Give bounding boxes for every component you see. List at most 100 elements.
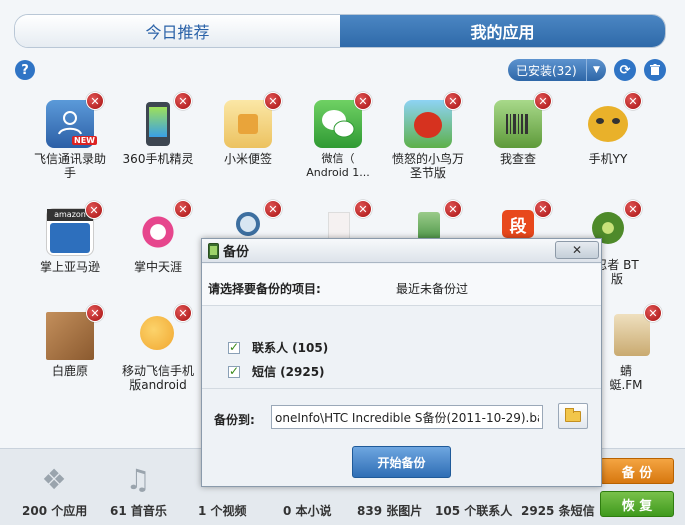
stat-novels[interactable]: 0 本小说 bbox=[283, 502, 332, 519]
mi-notes-app-icon: ✕ bbox=[224, 92, 282, 148]
delete-app-button[interactable]: ✕ bbox=[86, 304, 104, 322]
dialog-header: 请选择要备份的项目: 最近未备份过 bbox=[202, 264, 601, 306]
browse-folder-button[interactable] bbox=[558, 403, 588, 429]
mobile-fetion-app-icon: ✕ bbox=[134, 304, 192, 360]
app-item[interactable]: amazon ✕ 掌上亚马逊 bbox=[30, 201, 110, 274]
eye-icon bbox=[596, 118, 604, 124]
radio-icon bbox=[614, 314, 650, 356]
delete-app-button[interactable]: ✕ bbox=[86, 92, 104, 110]
app-name: 360手机精灵 bbox=[122, 152, 194, 166]
dialog-title-bar: 备份 bbox=[202, 239, 601, 263]
wochacha-app-icon: ✕ bbox=[494, 92, 552, 148]
backup-path-input[interactable] bbox=[271, 405, 543, 429]
yy-app-icon: ✕ bbox=[584, 92, 642, 148]
stat-videos[interactable]: 1 个视频 bbox=[198, 502, 247, 519]
app-name: 飞信通讯录助 手 bbox=[33, 152, 106, 180]
phone-screen bbox=[149, 107, 167, 137]
amazon-app-icon: amazon ✕ bbox=[46, 201, 103, 256]
dialog-title: 备份 bbox=[223, 245, 250, 260]
red-bird-icon bbox=[414, 112, 442, 138]
installed-filter-label: 已安装(32) bbox=[516, 63, 577, 78]
tab-bar: 今日推荐 我的应用 bbox=[14, 14, 666, 48]
recycle-bin-icon bbox=[418, 212, 440, 240]
delete-app-button[interactable]: ✕ bbox=[624, 200, 642, 218]
app-name: 我查查 bbox=[499, 152, 536, 166]
stat-apps[interactable]: 200 个应用 bbox=[22, 502, 87, 519]
app-item[interactable]: ✕ 愤怒的小鸟万 圣节版 bbox=[388, 92, 468, 180]
delete-app-button[interactable]: ✕ bbox=[174, 304, 192, 322]
tab-my-apps[interactable]: 我的应用 bbox=[340, 15, 665, 47]
folder-icon bbox=[565, 407, 581, 422]
dialog-divider bbox=[202, 388, 601, 389]
chevron-down-icon: ▼ bbox=[586, 59, 606, 81]
app-item[interactable]: ✕ 小米便签 bbox=[208, 92, 288, 166]
phone-genie-app-icon: ✕ bbox=[134, 92, 192, 148]
backup-button[interactable]: 备 份 bbox=[600, 458, 674, 484]
delete-app-button[interactable]: ✕ bbox=[444, 92, 462, 110]
app-item[interactable]: ✕ 360手机精灵 bbox=[118, 92, 198, 166]
contacts-checkbox-row[interactable]: 联系人 (105) bbox=[228, 339, 328, 356]
contacts-checkbox[interactable] bbox=[228, 340, 240, 354]
select-items-label: 请选择要备份的项目: bbox=[208, 282, 321, 296]
bailuyuan-app-icon: ✕ bbox=[46, 304, 104, 360]
app-item[interactable]: ✕ 微信（ Android 1... bbox=[298, 92, 378, 180]
document-icon bbox=[328, 212, 350, 240]
note-icon bbox=[238, 114, 258, 134]
fetion-contacts-app-icon: NEW ✕ bbox=[46, 92, 104, 148]
magnifier-icon bbox=[236, 212, 260, 236]
app-item[interactable]: ✕ 掌中天涯 bbox=[118, 200, 198, 274]
restore-button[interactable]: 恢 复 bbox=[600, 491, 674, 517]
refresh-icon[interactable]: ⟳ bbox=[614, 59, 636, 81]
backup-dialog: 备份 ✕ 请选择要备份的项目: 最近未备份过 联系人 (105) 短信 (292… bbox=[201, 238, 602, 487]
dialog-close-button[interactable]: ✕ bbox=[555, 241, 599, 259]
app-name: 白鹿原 bbox=[51, 364, 88, 378]
delete-app-button[interactable]: ✕ bbox=[264, 200, 282, 218]
delete-app-button[interactable]: ✕ bbox=[534, 200, 552, 218]
wechat-app-icon: ✕ bbox=[314, 92, 372, 148]
stat-music[interactable]: 61 首音乐 bbox=[110, 502, 167, 519]
fetion-face-icon bbox=[140, 316, 174, 350]
new-badge: NEW bbox=[72, 136, 97, 145]
app-name: 微信（ Android 1... bbox=[306, 152, 370, 179]
sms-checkbox-row[interactable]: 短信 (2925) bbox=[228, 363, 325, 380]
duan-glyph: 段 bbox=[502, 210, 534, 238]
app-item[interactable]: NEW ✕ 飞信通讯录助 手 bbox=[30, 92, 110, 180]
backup-to-label: 备份到: bbox=[214, 413, 255, 427]
delete-app-button[interactable]: ✕ bbox=[354, 200, 372, 218]
tab-today-recommend[interactable]: 今日推荐 bbox=[15, 15, 340, 47]
delete-app-button[interactable]: ✕ bbox=[354, 92, 372, 110]
app-name: 掌中天涯 bbox=[133, 260, 182, 274]
music-icon: ♫ bbox=[125, 462, 151, 496]
stat-pictures[interactable]: 839 张图片 bbox=[357, 502, 422, 519]
delete-app-button[interactable]: ✕ bbox=[534, 92, 552, 110]
delete-app-button[interactable]: ✕ bbox=[264, 92, 282, 110]
delete-app-button[interactable]: ✕ bbox=[644, 304, 662, 322]
barcode-icon bbox=[506, 114, 528, 134]
yy-bear-icon bbox=[588, 106, 628, 142]
stat-sms[interactable]: 2925 条短信 bbox=[521, 502, 595, 519]
phone-manager-window: 今日推荐 我的应用 ? 已安装(32) ▼ ⟳ NEW ✕ 飞信通讯录助 手 ✕… bbox=[0, 0, 685, 525]
delete-app-button[interactable]: ✕ bbox=[174, 200, 192, 218]
delete-app-button[interactable]: ✕ bbox=[624, 92, 642, 110]
app-item[interactable]: ✕ 白鹿原 bbox=[30, 304, 110, 378]
phone-icon bbox=[208, 242, 219, 259]
help-icon[interactable]: ? bbox=[15, 60, 35, 80]
delete-app-button[interactable]: ✕ bbox=[174, 92, 192, 110]
app-item[interactable]: ✕ 移动飞信手机 版android bbox=[118, 304, 198, 392]
angry-birds-app-icon: ✕ bbox=[404, 92, 462, 148]
app-name: 小米便签 bbox=[223, 152, 272, 166]
installed-filter-dropdown[interactable]: 已安装(32) ▼ bbox=[508, 59, 606, 81]
app-name: 愤怒的小鸟万 圣节版 bbox=[391, 152, 464, 180]
contacts-checkbox-label: 联系人 (105) bbox=[252, 341, 329, 355]
stat-contacts[interactable]: 105 个联系人 bbox=[435, 502, 512, 519]
sms-checkbox[interactable] bbox=[228, 364, 240, 378]
delete-app-button[interactable]: ✕ bbox=[85, 201, 103, 219]
trash-icon[interactable] bbox=[644, 59, 666, 81]
app-item[interactable]: ✕ 手机YY bbox=[568, 92, 648, 166]
app-item[interactable]: ✕ 我查查 bbox=[478, 92, 558, 166]
tianya-app-icon: ✕ bbox=[134, 200, 192, 256]
start-backup-button[interactable]: 开始备份 bbox=[352, 446, 451, 478]
delete-app-button[interactable]: ✕ bbox=[444, 200, 462, 218]
last-backup-status: 最近未备份过 bbox=[396, 282, 469, 296]
sms-checkbox-label: 短信 (2925) bbox=[252, 365, 325, 379]
